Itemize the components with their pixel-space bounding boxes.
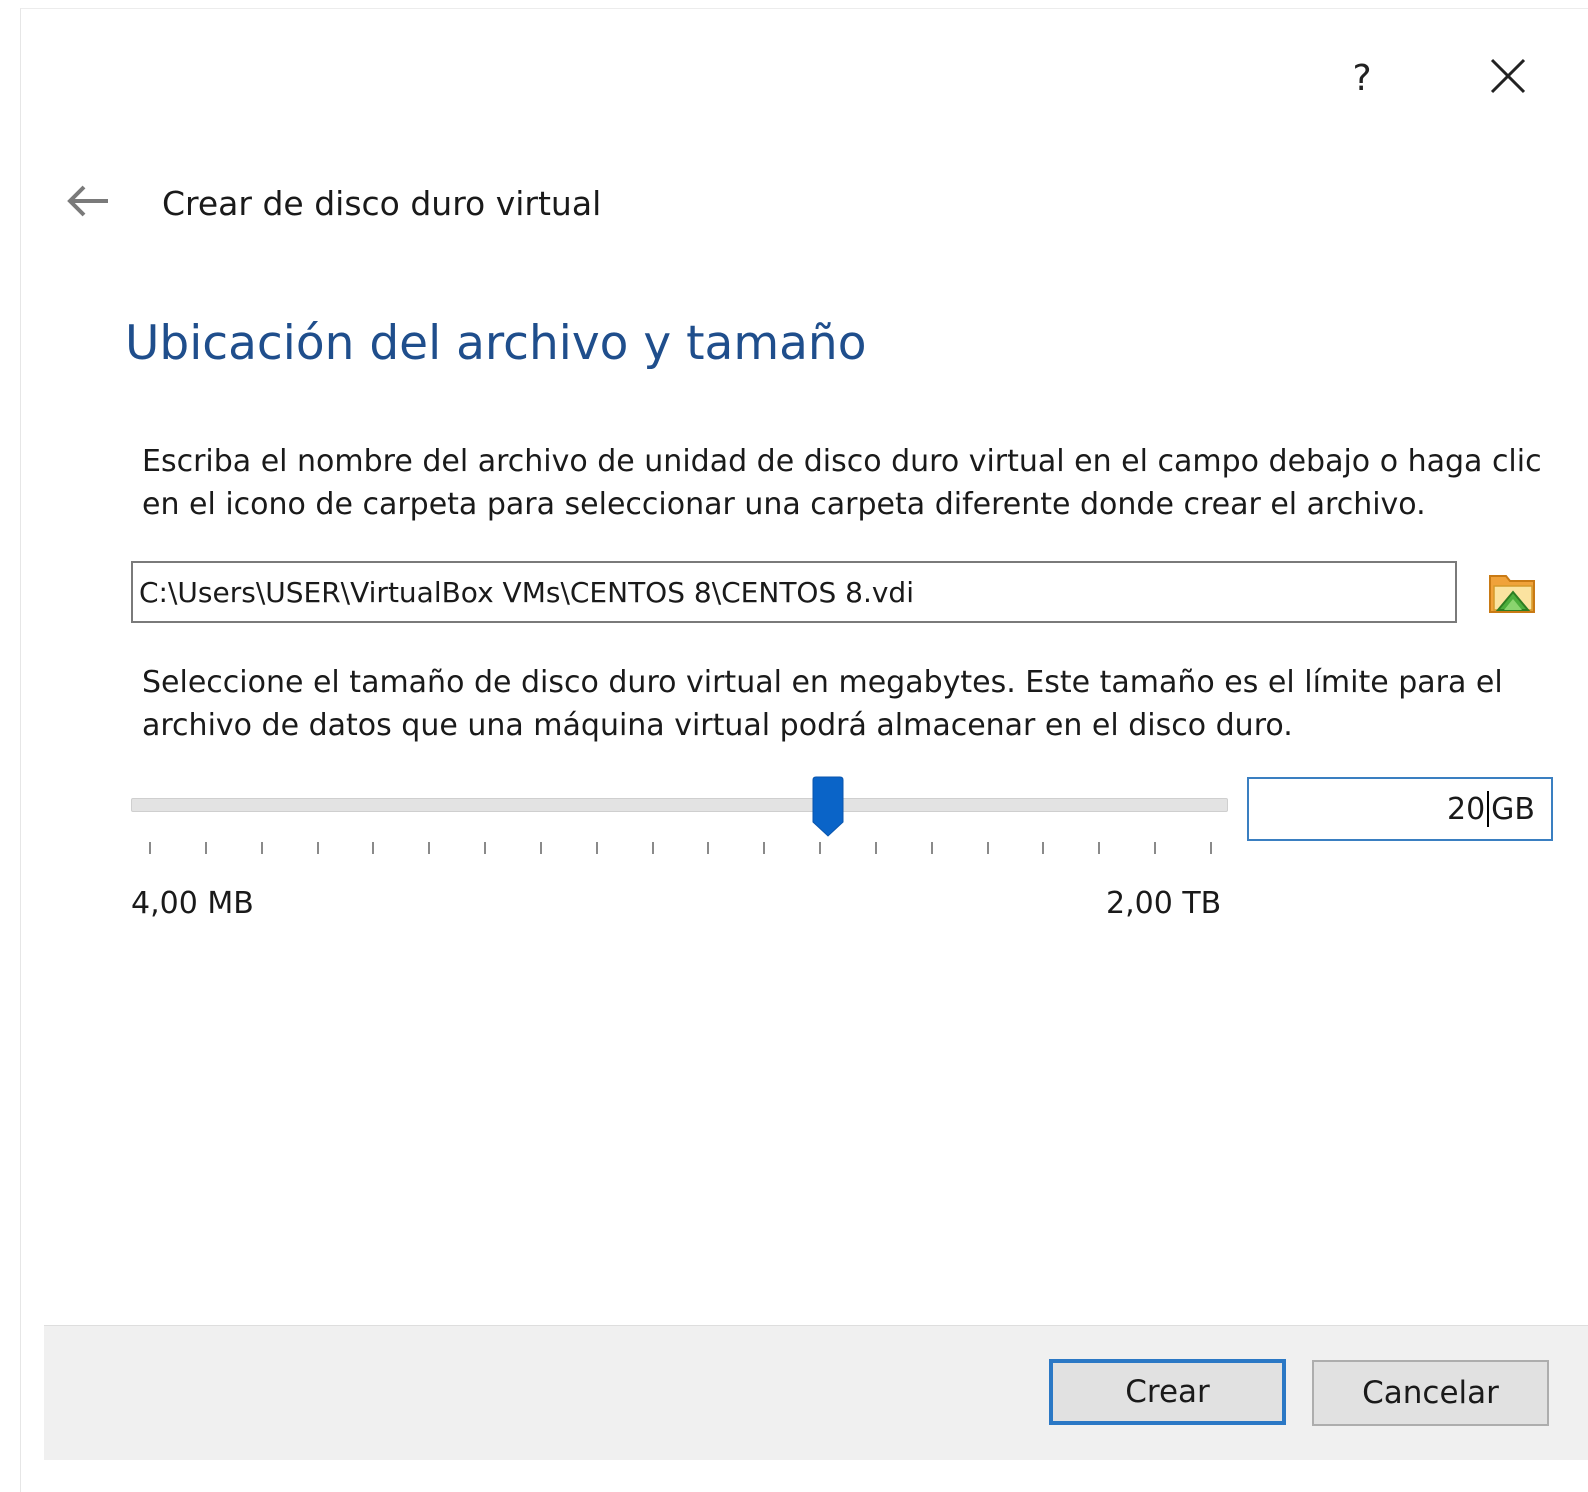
slider-tick xyxy=(930,842,933,854)
location-description: Escriba el nombre del archivo de unidad … xyxy=(142,444,1542,522)
size-unit: GB xyxy=(1491,791,1535,827)
slider-tick xyxy=(316,842,319,854)
slider-tick xyxy=(651,842,654,854)
help-button[interactable]: ? xyxy=(1332,48,1392,108)
slider-tick xyxy=(874,842,877,854)
slider-tick xyxy=(595,842,598,854)
slider-tick xyxy=(539,842,542,854)
slider-tick xyxy=(986,842,989,854)
slider-tick xyxy=(1154,842,1157,854)
slider-tick xyxy=(484,842,487,854)
size-slider[interactable] xyxy=(131,770,1228,860)
slider-tick xyxy=(204,842,207,854)
wizard-title: Crear de disco duro virtual xyxy=(162,184,602,223)
cancel-label: Cancelar xyxy=(1362,1375,1499,1411)
choose-folder-button[interactable] xyxy=(1480,560,1546,626)
close-button[interactable] xyxy=(1478,48,1538,108)
size-description: Seleccione el tamaño de disco duro virtu… xyxy=(142,665,1503,743)
dialog-window xyxy=(20,8,1588,1492)
create-label: Crear xyxy=(1125,1374,1210,1410)
slider-tick xyxy=(149,842,151,854)
slider-tick xyxy=(763,842,766,854)
slider-max-label: 2,00 TB xyxy=(1106,886,1222,921)
file-path-input[interactable] xyxy=(131,561,1457,623)
page-heading: Ubicación del archivo y tamaño xyxy=(125,316,867,371)
arrow-left-icon xyxy=(66,184,110,222)
slider-tick xyxy=(1042,842,1045,854)
slider-tick xyxy=(428,842,431,854)
size-value: 20 xyxy=(1446,791,1486,827)
slider-tick xyxy=(1210,842,1212,854)
slider-min-label: 4,00 MB xyxy=(131,886,254,921)
slider-tick xyxy=(372,842,375,854)
close-icon xyxy=(1489,57,1527,99)
cancel-button[interactable]: Cancelar xyxy=(1312,1360,1549,1426)
slider-thumb[interactable] xyxy=(810,776,846,838)
slider-track xyxy=(131,798,1228,812)
text-caret xyxy=(1487,791,1490,827)
help-label: ? xyxy=(1352,57,1372,99)
back-button[interactable] xyxy=(58,176,118,230)
slider-tick xyxy=(1098,842,1101,854)
slider-ticks xyxy=(131,842,1228,860)
slider-tick xyxy=(707,842,710,854)
slider-tick xyxy=(819,842,822,854)
slider-tick xyxy=(260,842,263,854)
folder-open-icon xyxy=(1486,564,1540,622)
size-input[interactable]: 20 GB xyxy=(1247,777,1553,841)
create-button[interactable]: Crear xyxy=(1049,1359,1286,1425)
